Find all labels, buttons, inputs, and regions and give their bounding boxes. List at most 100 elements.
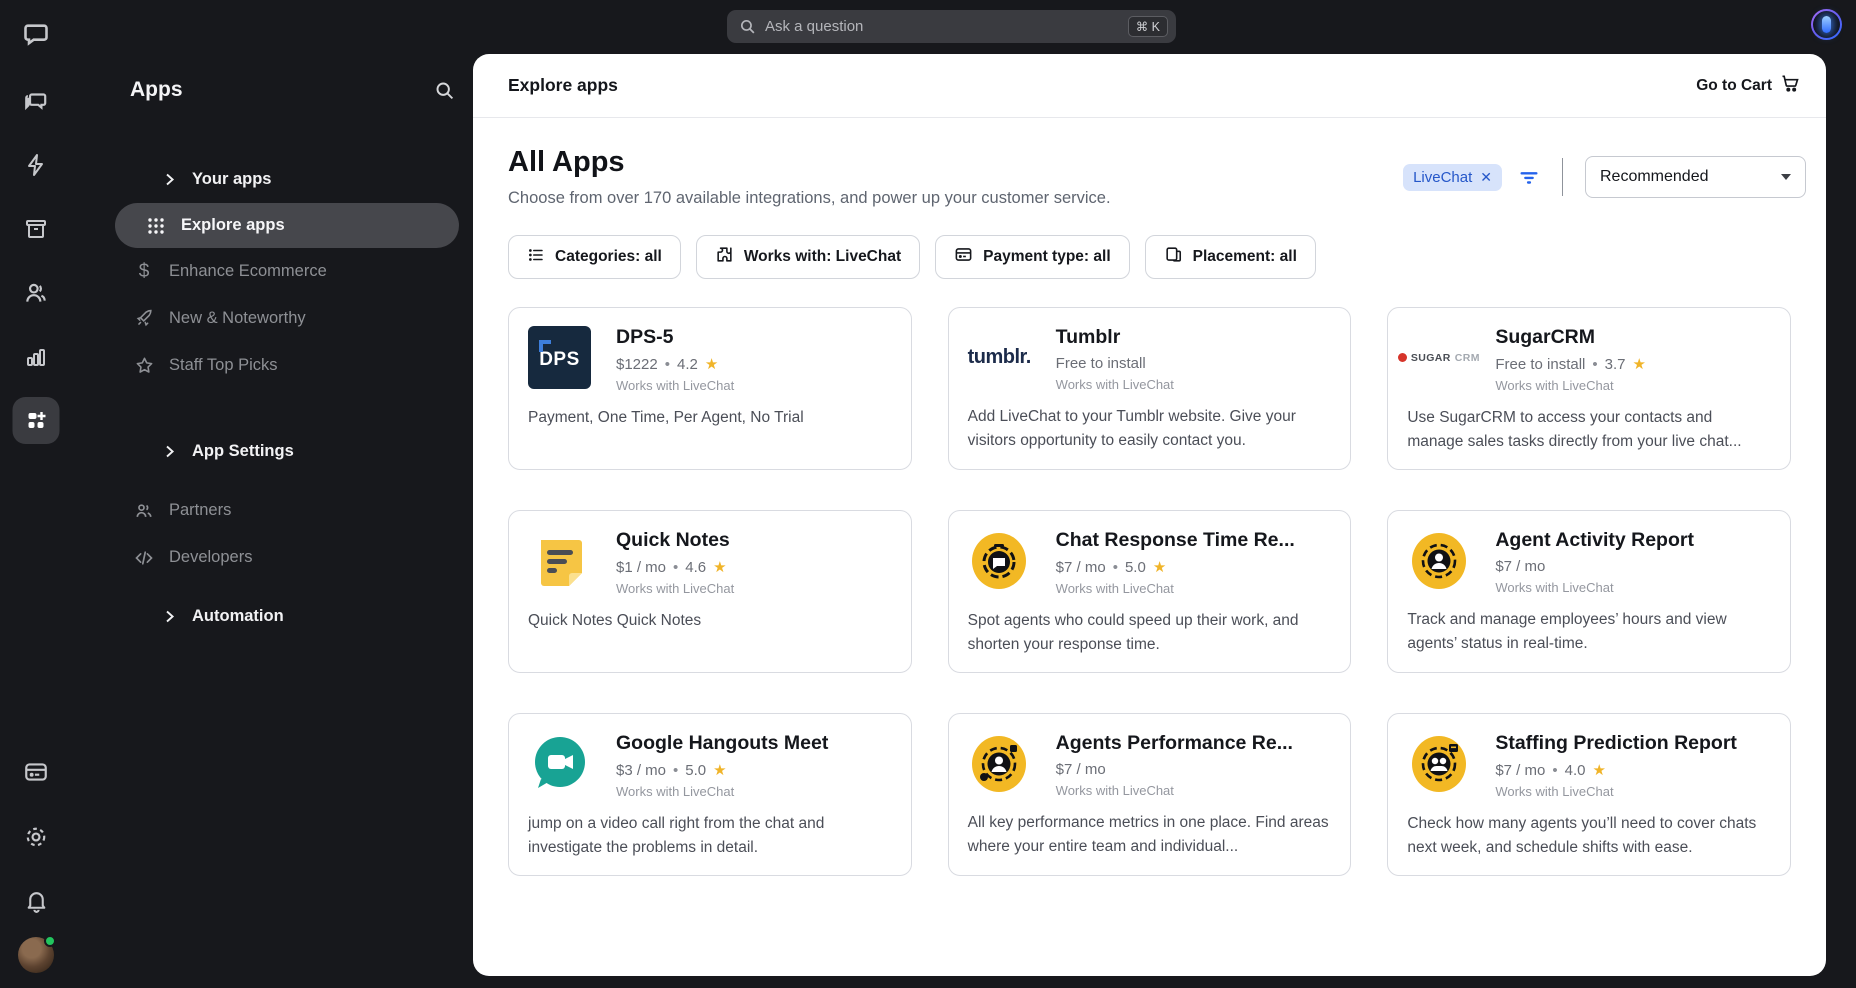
settings-gear-icon[interactable] [21, 822, 51, 852]
apps-sidebar: Apps Your apps Explore apps Enhance Ecom… [100, 0, 473, 988]
sidebar-item-staff-top-picks[interactable]: Staff Top Picks [100, 342, 459, 389]
traffic-icon[interactable] [21, 150, 51, 180]
star-icon [1153, 558, 1166, 576]
app-title: DPS-5 [616, 326, 674, 348]
filter-button-placement[interactable]: Placement: all [1144, 235, 1316, 279]
app-meta: $1222 4.2 [616, 355, 734, 373]
divider [1562, 158, 1563, 196]
app-title: Chat Response Time Re... [1055, 529, 1295, 551]
app-description: Quick Notes Quick Notes [528, 612, 702, 629]
app-description: jump on a video call right from the chat… [528, 815, 825, 857]
filter-funnel-icon[interactable] [1518, 166, 1540, 188]
app-card-sugarcrm[interactable]: SUGARCRM SugarCRM Free to install 3.7 Wo… [1387, 307, 1791, 470]
cart-icon [1780, 73, 1800, 98]
app-meta: $7 / mo 4.0 [1495, 761, 1737, 779]
sidebar-item-label: App Settings [192, 442, 294, 460]
filter-button-label: Works with: LiveChat [743, 248, 902, 265]
filter-button-label: Placement: all [1192, 248, 1297, 265]
sidebar-title: Apps [130, 78, 183, 101]
app-card-staffing-prediction[interactable]: Staffing Prediction Report $7 / mo 4.0 W… [1387, 713, 1791, 876]
sidebar-item-app-settings[interactable]: App Settings [100, 428, 459, 475]
app-meta: $7 / mo [1055, 761, 1106, 778]
sidebar-item-your-apps[interactable]: Your apps [100, 156, 459, 203]
customers-icon[interactable] [21, 278, 51, 308]
app-title: SugarCRM [1495, 326, 1595, 348]
star-outline-icon [133, 356, 155, 375]
explore-apps-panel: Explore apps Go to Cart All Apps Choose … [473, 54, 1826, 976]
works-with-label: Works with LiveChat [1055, 783, 1174, 798]
app-description: Track and manage employees’ hours and vi… [1407, 611, 1727, 653]
panel-header: Explore apps Go to Cart [473, 54, 1826, 118]
icon-rail [0, 0, 72, 988]
reports-icon[interactable] [21, 342, 51, 372]
categories-list-icon [527, 246, 545, 269]
livechat-logo-icon[interactable] [21, 20, 51, 50]
works-with-label: Works with LiveChat [1055, 377, 1174, 392]
page-title: All Apps [508, 146, 625, 178]
partners-people-icon [133, 501, 155, 521]
panel-title: Explore apps [508, 75, 618, 95]
ai-assistant-button[interactable] [1811, 9, 1842, 40]
works-with-label: Works with LiveChat [616, 784, 735, 799]
app-meta: $7 / mo [1495, 558, 1546, 575]
chats-icon[interactable] [21, 86, 51, 116]
app-description: Payment, One Time, Per Agent, No Trial [528, 409, 804, 426]
user-avatar[interactable] [18, 935, 56, 973]
chevron-right-icon [160, 444, 178, 459]
sidebar-item-partners[interactable]: Partners [100, 487, 459, 534]
app-card-tumblr[interactable]: tumblr. Tumblr Free to install Works wit… [947, 307, 1352, 470]
go-to-cart-label: Go to Cart [1696, 76, 1772, 94]
app-logo-tumblr: tumblr. [967, 346, 1032, 368]
app-title: Agents Performance Re... [1055, 732, 1293, 754]
app-card-agents-performance[interactable]: Agents Performance Re... $7 / mo Works w… [947, 713, 1352, 876]
global-search[interactable]: ⌘ K [727, 10, 1176, 43]
app-title: Agent Activity Report [1495, 529, 1694, 551]
app-card-quick-notes[interactable]: Quick Notes $1 / mo 4.6 Works with LiveC… [508, 510, 912, 673]
rocket-icon [133, 309, 155, 328]
search-input[interactable] [765, 18, 1119, 35]
app-logo-agent-activity [1407, 529, 1470, 592]
sidebar-item-enhance-ecommerce[interactable]: Enhance Ecommerce [100, 248, 459, 295]
app-meta: $7 / mo 5.0 [1056, 558, 1295, 576]
sort-dropdown-value: Recommended [1600, 168, 1709, 185]
star-icon [1633, 355, 1646, 373]
online-status-dot [44, 935, 56, 947]
puzzle-icon [715, 245, 734, 269]
app-meta: $1 / mo 4.6 [616, 558, 734, 576]
app-cards-grid: DPS DPS-5 $1222 4.2 Works with LiveChat … [508, 307, 1806, 876]
sidebar-item-automation[interactable]: Automation [100, 593, 459, 640]
sidebar-search-icon[interactable] [434, 80, 455, 101]
works-with-label: Works with LiveChat [1495, 378, 1614, 393]
app-card-agent-activity-report[interactable]: Agent Activity Report $7 / mo Works with… [1387, 510, 1791, 673]
app-card-chat-response-time[interactable]: Chat Response Time Re... $7 / mo 5.0 Wor… [947, 510, 1352, 673]
sidebar-item-label: Your apps [192, 170, 272, 188]
app-description: All key performance metrics in one place… [967, 814, 1329, 856]
sidebar-item-new-noteworthy[interactable]: New & Noteworthy [100, 295, 459, 342]
billing-icon[interactable] [21, 757, 51, 787]
chip-close-icon[interactable] [1480, 170, 1492, 184]
filter-button-payment-type[interactable]: Payment type: all [935, 235, 1130, 279]
sort-dropdown[interactable]: Recommended [1585, 156, 1806, 198]
app-title: Staffing Prediction Report [1495, 732, 1737, 754]
ai-assistant-glow [1813, 11, 1840, 38]
app-description: Check how many agents you’ll need to cov… [1407, 815, 1757, 857]
app-description: Add LiveChat to your Tumblr website. Giv… [967, 408, 1296, 450]
filter-button-categories[interactable]: Categories: all [508, 235, 681, 279]
notifications-bell-icon[interactable] [21, 886, 51, 916]
apps-rail-item-active[interactable] [12, 397, 60, 444]
app-logo-agents-performance [968, 732, 1031, 795]
sidebar-item-developers[interactable]: Developers [100, 534, 459, 581]
works-with-label: Works with LiveChat [1495, 580, 1614, 595]
sidebar-item-label: New & Noteworthy [169, 309, 306, 327]
app-card-dps-5[interactable]: DPS DPS-5 $1222 4.2 Works with LiveChat … [508, 307, 912, 470]
filter-button-works-with[interactable]: Works with: LiveChat [695, 235, 921, 279]
app-card-google-hangouts-meet[interactable]: Google Hangouts Meet $3 / mo 5.0 Works w… [508, 713, 912, 876]
filter-chip-livechat[interactable]: LiveChat [1403, 163, 1502, 191]
archive-icon[interactable] [21, 214, 51, 244]
app-title: Quick Notes [616, 529, 730, 551]
sidebar-item-explore-apps[interactable]: Explore apps [115, 203, 459, 248]
go-to-cart-button[interactable]: Go to Cart [1696, 73, 1800, 98]
keyboard-shortcut-badge: ⌘ K [1127, 16, 1168, 37]
works-with-label: Works with LiveChat [616, 378, 735, 393]
chevron-right-icon [160, 172, 178, 187]
